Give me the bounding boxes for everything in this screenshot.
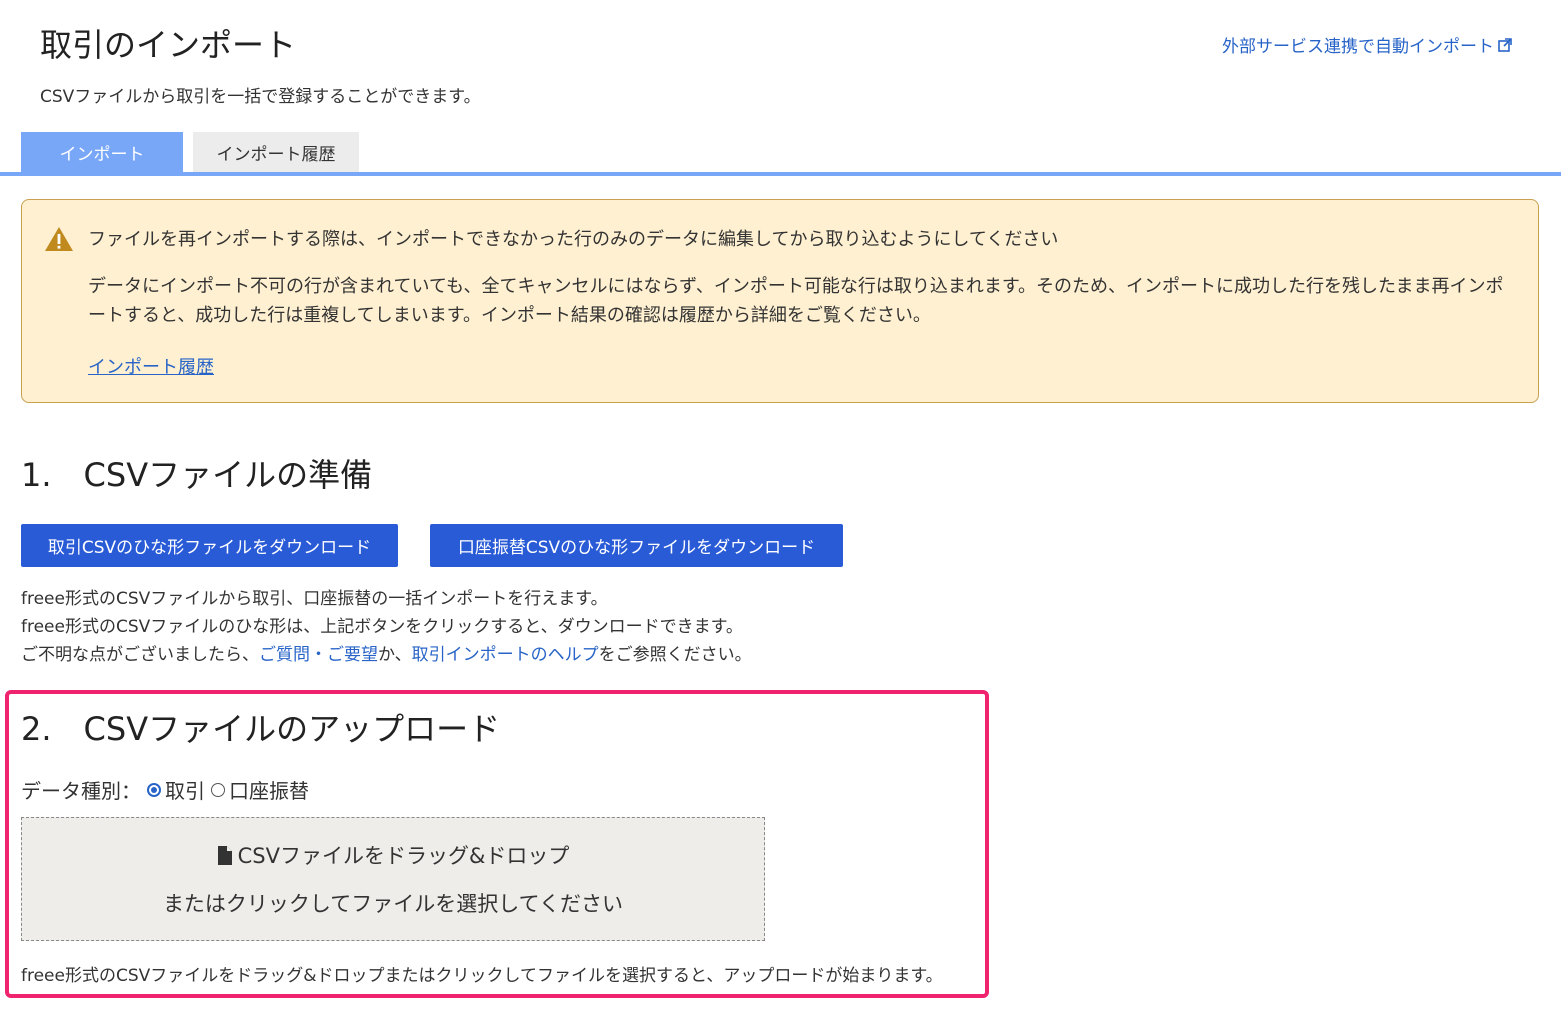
import-history-link[interactable]: インポート履歴 (88, 353, 214, 379)
description-line-3-suffix: をご参照ください。 (598, 645, 752, 665)
external-integration-link[interactable]: 外部サービス連携で自動インポート (1222, 32, 1513, 57)
section-prepare-heading: 1. CSVファイルの準備 (21, 456, 373, 494)
section-upload-heading: 2. CSVファイルのアップロード (21, 710, 501, 748)
csv-dropzone[interactable]: CSVファイルをドラッグ&ドロップ またはクリックしてファイルを選択してください (21, 817, 765, 941)
radio-deal-label[interactable]: 取引 (165, 775, 205, 804)
dropzone-title-text: CSVファイルをドラッグ&ドロップ (237, 844, 570, 868)
feedback-link[interactable]: ご質問・ご要望 (259, 645, 378, 665)
tab-import-history[interactable]: インポート履歴 (193, 132, 359, 172)
radio-deal[interactable] (147, 782, 161, 797)
radio-transfer[interactable] (211, 782, 225, 797)
download-transfer-template-button[interactable]: 口座振替CSVのひな形ファイルをダウンロード (430, 524, 843, 567)
download-deal-template-button[interactable]: 取引CSVのひな形ファイルをダウンロード (21, 524, 398, 567)
upload-note: freee形式のCSVファイルをドラッグ&ドロップまたはクリックしてファイルを選… (21, 966, 943, 986)
description-line-3: ご不明な点がございましたら、ご質問・ご要望か、取引インポートのヘルプをご参照くだ… (21, 640, 752, 665)
description-line-3-prefix: ご不明な点がございましたら、 (21, 645, 259, 665)
tab-bar: インポート インポート履歴 (21, 132, 359, 172)
radio-transfer-label[interactable]: 口座振替 (229, 775, 309, 804)
warning-title: ファイルを再インポートする際は、インポートできなかった行のみのデータに編集してか… (88, 229, 1059, 250)
tab-import[interactable]: インポート (21, 132, 183, 172)
tab-underline (0, 172, 1561, 176)
dropzone-title: CSVファイルをドラッグ&ドロップ (217, 840, 570, 870)
warning-icon (45, 227, 73, 251)
data-type-label: データ種別： (21, 779, 141, 803)
file-icon (217, 845, 232, 865)
dropzone-subtitle: またはクリックしてファイルを選択してください (162, 892, 624, 916)
warning-banner: ファイルを再インポートする際は、インポートできなかった行のみのデータに編集してか… (21, 199, 1539, 403)
page-subtitle: CSVファイルから取引を一括で登録することができます。 (40, 87, 481, 107)
external-integration-link-label: 外部サービス連携で自動インポート (1222, 37, 1494, 57)
description-line-1: freee形式のCSVファイルから取引、口座振替の一括インポートを行えます。 (21, 589, 608, 609)
import-help-link[interactable]: 取引インポートのヘルプ (412, 645, 599, 665)
warning-body: データにインポート不可の行が含まれていても、全てキャンセルにはならず、インポート… (88, 276, 1504, 326)
data-type-selector: データ種別： 取引 口座振替 (21, 775, 309, 804)
description-line-2: freee形式のCSVファイルのひな形は、上記ボタンをクリックすると、ダウンロー… (21, 617, 743, 637)
page-title: 取引のインポート (40, 26, 297, 64)
external-link-icon (1498, 37, 1512, 52)
description-line-3-mid: か、 (378, 645, 412, 665)
